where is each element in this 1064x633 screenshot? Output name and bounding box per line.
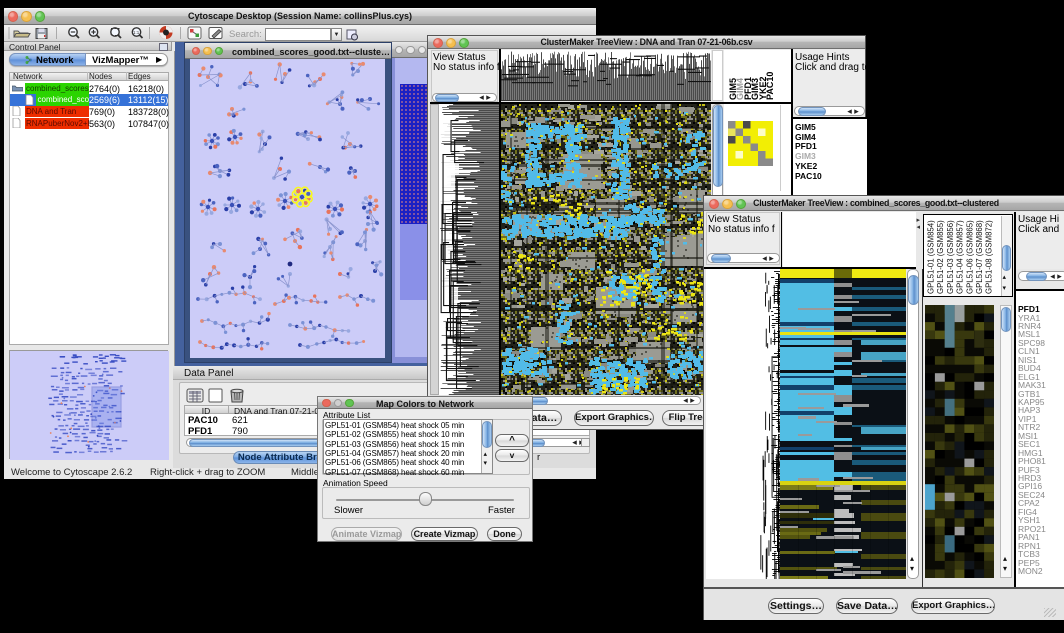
svg-text:1:1: 1:1 bbox=[133, 30, 140, 35]
svg-text:GPL51-08 (GSM872): GPL51-08 (GSM872) bbox=[985, 220, 994, 294]
svg-text:GPL51-04 (GSM857): GPL51-04 (GSM857) bbox=[956, 220, 965, 294]
svg-text:GPL51-07 (GSM868): GPL51-07 (GSM868) bbox=[975, 220, 984, 294]
svg-text:GPL51-06 (GSM865): GPL51-06 (GSM865) bbox=[965, 220, 974, 294]
svg-text:GPL51-02 (GSM855): GPL51-02 (GSM855) bbox=[936, 220, 945, 294]
svg-text:PAC10: PAC10 bbox=[765, 72, 775, 100]
svg-text:GPL51-01 (GSM854): GPL51-01 (GSM854) bbox=[927, 220, 936, 294]
svg-text:GPL51-03 (GSM856): GPL51-03 (GSM856) bbox=[946, 220, 955, 294]
